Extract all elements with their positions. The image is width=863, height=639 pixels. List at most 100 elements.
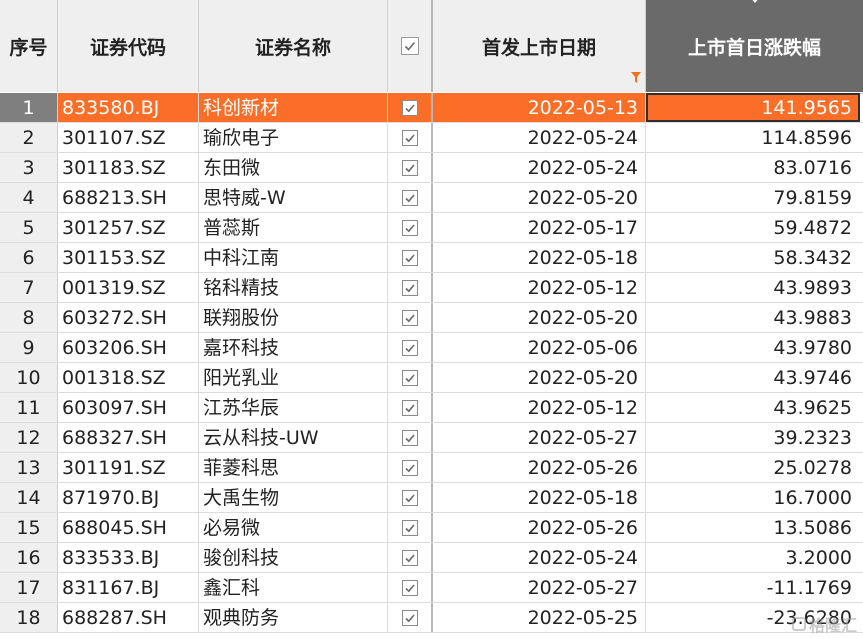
cell-change[interactable]: 43.9780 <box>646 333 860 362</box>
cell-date[interactable]: 2022-05-17 <box>433 213 646 242</box>
table-row[interactable]: 16 833533.BJ 骏创科技 2022-05-24 3.2000 <box>0 543 863 573</box>
cell-code[interactable]: 833580.BJ <box>58 93 199 122</box>
row-index[interactable]: 2 <box>0 123 58 152</box>
cell-checkbox[interactable] <box>388 273 433 302</box>
header-date[interactable]: 首发上市日期 <box>433 0 646 92</box>
row-index[interactable]: 14 <box>0 483 58 512</box>
table-row[interactable]: 8 603272.SH 联翔股份 2022-05-20 43.9883 <box>0 303 863 333</box>
cell-date[interactable]: 2022-05-06 <box>433 333 646 362</box>
cell-code[interactable]: 301191.SZ <box>58 453 199 482</box>
cell-checkbox[interactable] <box>388 123 433 152</box>
cell-checkbox[interactable] <box>388 93 433 122</box>
cell-date[interactable]: 2022-05-24 <box>433 543 646 572</box>
table-row[interactable]: 11 603097.SH 江苏华辰 2022-05-12 43.9625 <box>0 393 863 423</box>
cell-change[interactable]: 13.5086 <box>646 513 860 542</box>
row-index[interactable]: 17 <box>0 573 58 602</box>
row-index[interactable]: 3 <box>0 153 58 182</box>
header-checkbox-icon[interactable] <box>400 37 419 55</box>
cell-name[interactable]: 大禹生物 <box>199 483 388 512</box>
table-row[interactable]: 13 301191.SZ 菲菱科思 2022-05-26 25.0278 <box>0 453 863 483</box>
checkbox-checked-icon[interactable] <box>401 459 418 476</box>
cell-name[interactable]: 鑫汇科 <box>199 573 388 602</box>
checkbox-checked-icon[interactable] <box>401 399 418 416</box>
table-row[interactable]: 6 301153.SZ 中科江南 2022-05-18 58.3432 <box>0 243 863 273</box>
cell-date[interactable]: 2022-05-26 <box>433 513 646 542</box>
cell-code[interactable]: 603206.SH <box>58 333 199 362</box>
cell-name[interactable]: 阳光乳业 <box>199 363 388 392</box>
cell-name[interactable]: 铭科精技 <box>199 273 388 302</box>
cell-name[interactable]: 江苏华辰 <box>199 393 388 422</box>
header-code[interactable]: 证券代码 <box>58 0 199 92</box>
table-row[interactable]: 5 301257.SZ 普蕊斯 2022-05-17 59.4872 <box>0 213 863 243</box>
cell-change[interactable]: 39.2323 <box>646 423 860 452</box>
cell-change[interactable]: 141.9565 <box>646 93 860 122</box>
checkbox-checked-icon[interactable] <box>401 369 418 386</box>
table-row[interactable]: 10 001318.SZ 阳光乳业 2022-05-20 43.9746 <box>0 363 863 393</box>
cell-checkbox[interactable] <box>388 603 433 632</box>
row-index[interactable]: 10 <box>0 363 58 392</box>
table-row[interactable]: 9 603206.SH 嘉环科技 2022-05-06 43.9780 <box>0 333 863 363</box>
checkbox-checked-icon[interactable] <box>401 99 418 116</box>
cell-change[interactable]: -11.1769 <box>646 573 860 602</box>
row-index[interactable]: 9 <box>0 333 58 362</box>
header-name[interactable]: 证券名称 <box>199 0 388 92</box>
checkbox-checked-icon[interactable] <box>401 339 418 356</box>
table-row[interactable]: 15 688045.SH 必易微 2022-05-26 13.5086 <box>0 513 863 543</box>
table-row[interactable]: 18 688287.SH 观典防务 2022-05-25 -23.6280 <box>0 603 863 633</box>
checkbox-checked-icon[interactable] <box>401 249 418 266</box>
cell-name[interactable]: 东田微 <box>199 153 388 182</box>
row-index[interactable]: 5 <box>0 213 58 242</box>
row-index[interactable]: 1 <box>0 93 58 122</box>
cell-checkbox[interactable] <box>388 303 433 332</box>
cell-code[interactable]: 831167.BJ <box>58 573 199 602</box>
cell-code[interactable]: 871970.BJ <box>58 483 199 512</box>
cell-date[interactable]: 2022-05-13 <box>433 93 646 122</box>
cell-date[interactable]: 2022-05-18 <box>433 483 646 512</box>
row-index[interactable]: 15 <box>0 513 58 542</box>
cell-name[interactable]: 观典防务 <box>199 603 388 632</box>
cell-code[interactable]: 603097.SH <box>58 393 199 422</box>
cell-change[interactable]: 25.0278 <box>646 453 860 482</box>
cell-date[interactable]: 2022-05-24 <box>433 153 646 182</box>
cell-change[interactable]: 79.8159 <box>646 183 860 212</box>
table-row[interactable]: 3 301183.SZ 东田微 2022-05-24 83.0716 <box>0 153 863 183</box>
checkbox-checked-icon[interactable] <box>401 279 418 296</box>
cell-name[interactable]: 普蕊斯 <box>199 213 388 242</box>
table-row[interactable]: 7 001319.SZ 铭科精技 2022-05-12 43.9893 <box>0 273 863 303</box>
checkbox-checked-icon[interactable] <box>401 309 418 326</box>
checkbox-checked-icon[interactable] <box>401 519 418 536</box>
cell-name[interactable]: 嘉环科技 <box>199 333 388 362</box>
cell-checkbox[interactable] <box>388 183 433 212</box>
table-row[interactable]: 2 301107.SZ 瑜欣电子 2022-05-24 114.8596 <box>0 123 863 153</box>
cell-change[interactable]: 83.0716 <box>646 153 860 182</box>
row-index[interactable]: 8 <box>0 303 58 332</box>
row-index[interactable]: 13 <box>0 453 58 482</box>
cell-name[interactable]: 瑜欣电子 <box>199 123 388 152</box>
row-index[interactable]: 7 <box>0 273 58 302</box>
cell-checkbox[interactable] <box>388 423 433 452</box>
cell-date[interactable]: 2022-05-26 <box>433 453 646 482</box>
cell-name[interactable]: 联翔股份 <box>199 303 388 332</box>
cell-date[interactable]: 2022-05-20 <box>433 303 646 332</box>
table-row[interactable]: 4 688213.SH 思特威-W 2022-05-20 79.8159 <box>0 183 863 213</box>
cell-code[interactable]: 001318.SZ <box>58 363 199 392</box>
cell-code[interactable]: 603272.SH <box>58 303 199 332</box>
cell-date[interactable]: 2022-05-18 <box>433 243 646 272</box>
row-index[interactable]: 11 <box>0 393 58 422</box>
cell-name[interactable]: 菲菱科思 <box>199 453 388 482</box>
cell-name[interactable]: 思特威-W <box>199 183 388 212</box>
checkbox-checked-icon[interactable] <box>401 129 418 146</box>
cell-date[interactable]: 2022-05-25 <box>433 603 646 632</box>
cell-change[interactable]: 43.9893 <box>646 273 860 302</box>
cell-code[interactable]: 688327.SH <box>58 423 199 452</box>
cell-date[interactable]: 2022-05-20 <box>433 363 646 392</box>
cell-change[interactable]: 58.3432 <box>646 243 860 272</box>
header-index[interactable]: 序号 <box>0 0 58 92</box>
cell-code[interactable]: 688045.SH <box>58 513 199 542</box>
cell-date[interactable]: 2022-05-12 <box>433 273 646 302</box>
row-index[interactable]: 16 <box>0 543 58 572</box>
table-row[interactable]: 12 688327.SH 云从科技-UW 2022-05-27 39.2323 <box>0 423 863 453</box>
cell-change[interactable]: 59.4872 <box>646 213 860 242</box>
cell-name[interactable]: 云从科技-UW <box>199 423 388 452</box>
cell-code[interactable]: 688287.SH <box>58 603 199 632</box>
